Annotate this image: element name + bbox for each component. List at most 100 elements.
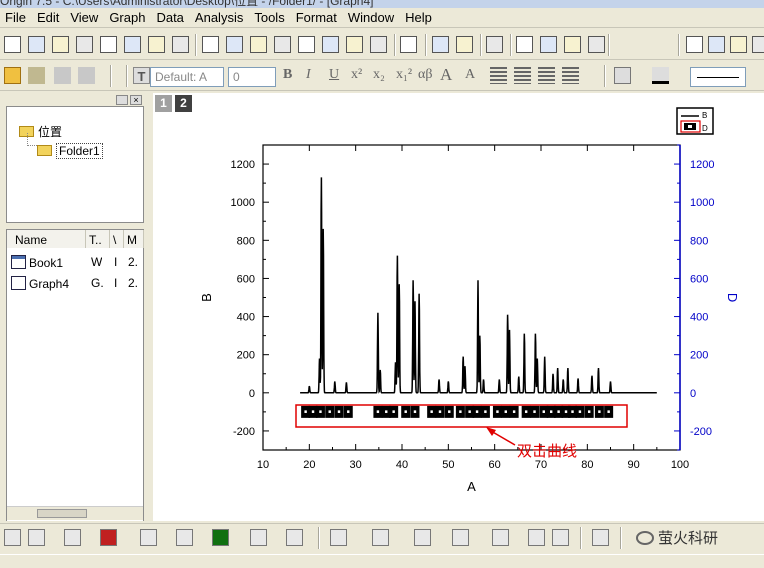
open-template-icon[interactable] <box>226 36 243 53</box>
lock-icon[interactable] <box>4 67 21 84</box>
layer-icon[interactable] <box>588 36 605 53</box>
col-modified[interactable]: M <box>124 230 144 248</box>
new-graph-icon[interactable] <box>76 36 93 53</box>
cube-icon[interactable] <box>28 67 45 84</box>
print-icon[interactable] <box>400 36 417 53</box>
underline-button[interactable]: U <box>329 67 339 83</box>
menu-item-window[interactable]: Window <box>343 8 400 26</box>
refresh-icon[interactable] <box>456 36 473 53</box>
plot-3d-bars-plot-icon[interactable] <box>372 529 389 546</box>
surface-plot-icon[interactable] <box>140 529 157 546</box>
plot-3d-plot-icon[interactable] <box>330 529 347 546</box>
new-excel-icon[interactable] <box>52 36 69 53</box>
save-template-icon[interactable] <box>298 36 315 53</box>
template-plot-icon[interactable] <box>286 529 303 546</box>
text-style-icon[interactable]: T <box>133 67 150 84</box>
menu-item-edit[interactable]: Edit <box>32 8 65 26</box>
menu-item-view[interactable]: View <box>65 8 104 26</box>
code-builder-icon[interactable] <box>540 36 557 53</box>
line-style-select[interactable] <box>690 67 746 87</box>
greek-button[interactable]: αβ <box>418 67 432 83</box>
legend[interactable]: B D <box>676 107 714 135</box>
supsub-button[interactable]: x₁² <box>396 67 412 83</box>
line-plot-icon[interactable] <box>4 529 21 546</box>
menu-item-tools[interactable]: Tools <box>249 8 290 26</box>
command-window-icon[interactable] <box>564 36 581 53</box>
stat-plot-icon[interactable] <box>492 529 509 546</box>
splitter[interactable] <box>6 224 144 228</box>
polar-plot-icon[interactable] <box>250 529 267 546</box>
close-icon[interactable]: × <box>130 95 142 105</box>
polar2-plot-icon[interactable] <box>592 529 609 546</box>
plot-contour-plot-icon[interactable] <box>414 529 431 546</box>
new-layout-icon[interactable] <box>148 36 165 53</box>
area-plot-icon[interactable] <box>212 529 229 546</box>
bold-button[interactable]: B <box>283 67 292 83</box>
col-type[interactable]: T.. <box>86 230 110 248</box>
list-icon[interactable] <box>514 67 531 84</box>
series-b-line[interactable] <box>300 177 657 394</box>
superscript-button[interactable]: x² <box>351 67 362 83</box>
indent-icon[interactable] <box>538 67 555 84</box>
shrink-font-button[interactable]: A <box>465 67 475 83</box>
workbook-icon <box>11 255 26 269</box>
open-excel-icon[interactable] <box>250 36 267 53</box>
dropdown-icon[interactable] <box>116 95 128 105</box>
results-log-icon[interactable] <box>516 36 533 53</box>
menu-item-file[interactable]: File <box>0 8 32 26</box>
format-toolbar: T Default: A 0 B I U x² x₂ x₁² αβ A A <box>0 61 764 91</box>
horizontal-scrollbar[interactable] <box>7 506 143 520</box>
import-icon[interactable] <box>322 36 339 53</box>
align-icon[interactable] <box>490 67 507 84</box>
new-project-icon[interactable] <box>4 36 21 53</box>
series-d-marker-hole <box>347 410 350 413</box>
new-matrix-icon[interactable] <box>100 36 117 53</box>
graph-icon <box>11 276 26 290</box>
scatter-plot-icon[interactable] <box>64 529 81 546</box>
tree-folder1[interactable]: Folder1 <box>37 143 103 159</box>
list-item-graph4[interactable]: Graph4 <box>11 276 86 291</box>
tree-root[interactable]: 位置 <box>19 123 62 140</box>
italic-button[interactable]: I <box>306 67 311 83</box>
menu-item-analysis[interactable]: Analysis <box>190 8 249 26</box>
import-single-icon[interactable] <box>370 36 387 53</box>
menu-item-data[interactable]: Data <box>151 8 189 26</box>
font-size-select[interactable]: 0 <box>228 67 276 87</box>
image-plot-icon[interactable] <box>528 529 545 546</box>
marks[interactable] <box>300 177 657 418</box>
chart-svg[interactable]: 10 20 30 40 50 60 70 80 90 100 -200 0 200 400 600 800 10… <box>153 93 764 521</box>
plot-wire-plot-icon[interactable] <box>452 529 469 546</box>
zoom-icon[interactable] <box>686 36 703 53</box>
new-worksheet-icon[interactable] <box>28 36 45 53</box>
menu-item-format[interactable]: Format <box>291 8 343 26</box>
new-function-icon[interactable] <box>124 36 141 53</box>
menu-item-help[interactable]: Help <box>400 8 438 26</box>
line-symbol-plot-icon[interactable] <box>28 529 45 546</box>
open-icon[interactable] <box>202 36 219 53</box>
column-plot-icon[interactable] <box>100 529 117 546</box>
data-selector-icon[interactable] <box>752 36 764 53</box>
fill-color-icon[interactable] <box>614 67 631 84</box>
outdent-icon[interactable] <box>562 67 579 84</box>
duplicate-icon[interactable] <box>432 36 449 53</box>
list-item-book1[interactable]: Book1 <box>11 255 86 270</box>
hand-icon[interactable] <box>78 67 95 84</box>
save-icon[interactable] <box>274 36 291 53</box>
y-tick-label: 800 <box>237 235 255 247</box>
font-select[interactable]: Default: A <box>150 67 224 87</box>
project-explorer-icon[interactable] <box>486 36 503 53</box>
import-multi-icon[interactable] <box>346 36 363 53</box>
vector-plot-icon[interactable] <box>552 529 569 546</box>
new-notes-icon[interactable] <box>172 36 189 53</box>
col-name[interactable]: Name <box>7 230 86 248</box>
pin-icon[interactable] <box>54 67 71 84</box>
menu-item-graph[interactable]: Graph <box>104 8 151 26</box>
error-bar-plot-icon[interactable] <box>176 529 193 546</box>
grow-font-button[interactable]: A <box>440 65 452 85</box>
col-view[interactable]: \ <box>110 230 124 248</box>
data-reader-icon[interactable] <box>708 36 725 53</box>
subscript-button[interactable]: x₂ <box>373 67 385 83</box>
scroll-thumb[interactable] <box>37 509 87 518</box>
line-color-icon[interactable] <box>652 67 669 84</box>
screen-reader-icon[interactable] <box>730 36 747 53</box>
